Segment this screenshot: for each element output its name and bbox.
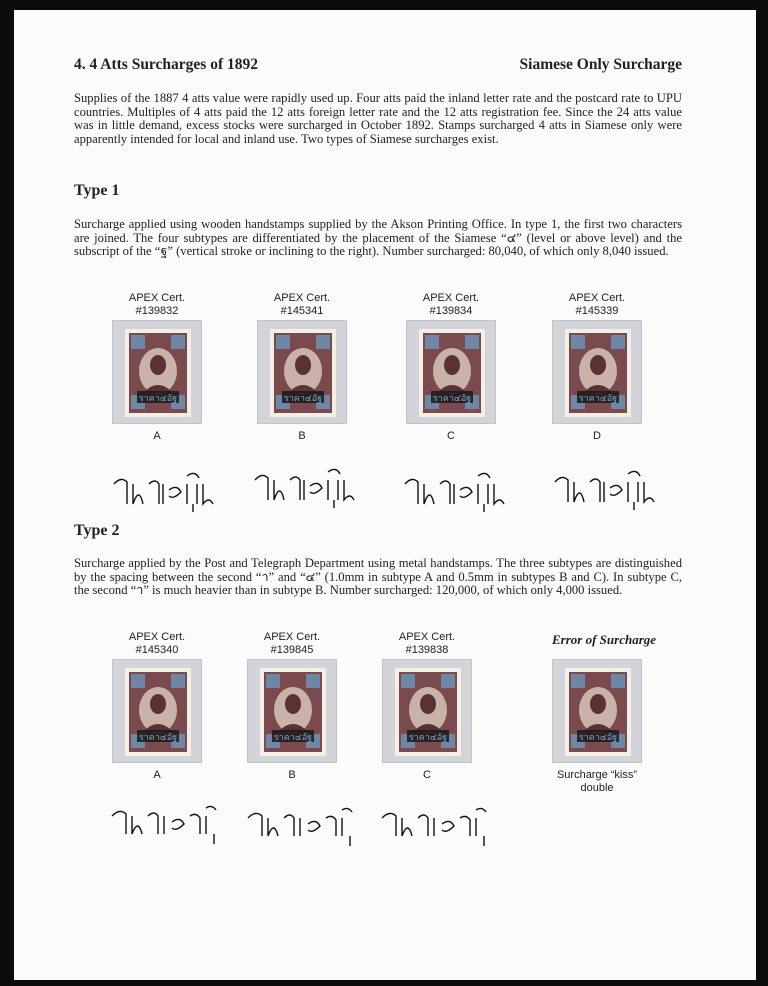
stamp-card: APEX Cert. #139845 B <box>247 631 337 782</box>
stamp-mount <box>112 659 202 763</box>
intro-paragraph: Supplies of the 1887 4 atts value were r… <box>74 91 682 146</box>
error-stamp-card: Error of Surcharge Surcharge “kiss” doubl… <box>552 631 657 795</box>
surcharge-drawing-b <box>242 802 362 848</box>
stamp-image <box>419 329 485 417</box>
type1-heading: Type 1 <box>74 182 120 199</box>
error-title: Error of Surcharge <box>552 632 657 647</box>
error-caption: Surcharge “kiss” double <box>556 769 638 794</box>
stamp-image <box>125 668 191 756</box>
stamp-image <box>565 329 631 417</box>
stamp-image <box>125 329 191 417</box>
subtype-label: D <box>593 430 601 442</box>
type2-paragraph: Surcharge applied by the Post and Telegr… <box>74 556 682 598</box>
subtype-label: C <box>423 769 431 781</box>
stamp-mount <box>257 320 347 424</box>
surcharge-drawing-d <box>550 464 660 512</box>
stamp-mount <box>552 320 642 424</box>
subtype-label: C <box>447 430 455 442</box>
subtype-label: B <box>298 430 306 442</box>
album-page: 4. 4 Atts Surcharges of 1892 Siamese Onl… <box>14 10 756 980</box>
cert-label: APEX Cert. #139838 <box>398 631 456 656</box>
surcharge-drawing-b <box>250 462 360 510</box>
cert-label: APEX Cert. #145340 <box>128 631 186 656</box>
surcharge-drawing-c <box>400 466 510 514</box>
cert-label: APEX Cert. #139832 <box>128 292 186 317</box>
stamp-card: APEX Cert. #139834 C <box>406 292 496 443</box>
stamp-mount <box>382 659 472 763</box>
surcharge-drawing-a <box>109 466 219 514</box>
stamp-mount <box>247 659 337 763</box>
stamp-mount <box>406 320 496 424</box>
cert-label: APEX Cert. #145339 <box>568 292 626 317</box>
subtype-label: A <box>153 430 161 442</box>
stamp-card: APEX Cert. #145341 B <box>257 292 347 443</box>
stamp-card: APEX Cert. #145340 A <box>112 631 202 782</box>
cert-label: APEX Cert. #145341 <box>273 292 331 317</box>
cert-label: APEX Cert. #139845 <box>263 631 321 656</box>
section-subtitle: Siamese Only Surcharge <box>519 56 682 73</box>
surcharge-drawing-a <box>106 800 226 846</box>
stamp-card: APEX Cert. #139838 C <box>382 631 472 782</box>
cert-label: APEX Cert. #139834 <box>422 292 480 317</box>
stamp-mount <box>112 320 202 424</box>
stamp-mount <box>552 659 642 763</box>
surcharge-drawing-c <box>376 802 496 848</box>
stamp-card: APEX Cert. #145339 D <box>552 292 642 443</box>
section-title: 4. 4 Atts Surcharges of 1892 <box>74 56 258 73</box>
stamp-image <box>260 668 326 756</box>
stamp-image <box>395 668 461 756</box>
type1-paragraph: Surcharge applied using wooden handstamp… <box>74 217 682 259</box>
stamp-card: APEX Cert. #139832 A <box>112 292 202 443</box>
page-header: 4. 4 Atts Surcharges of 1892 Siamese Onl… <box>74 56 682 80</box>
stamp-image <box>270 329 336 417</box>
subtype-label: B <box>288 769 296 781</box>
type2-heading: Type 2 <box>74 522 120 539</box>
subtype-label: A <box>153 769 161 781</box>
stamp-image <box>565 668 631 756</box>
